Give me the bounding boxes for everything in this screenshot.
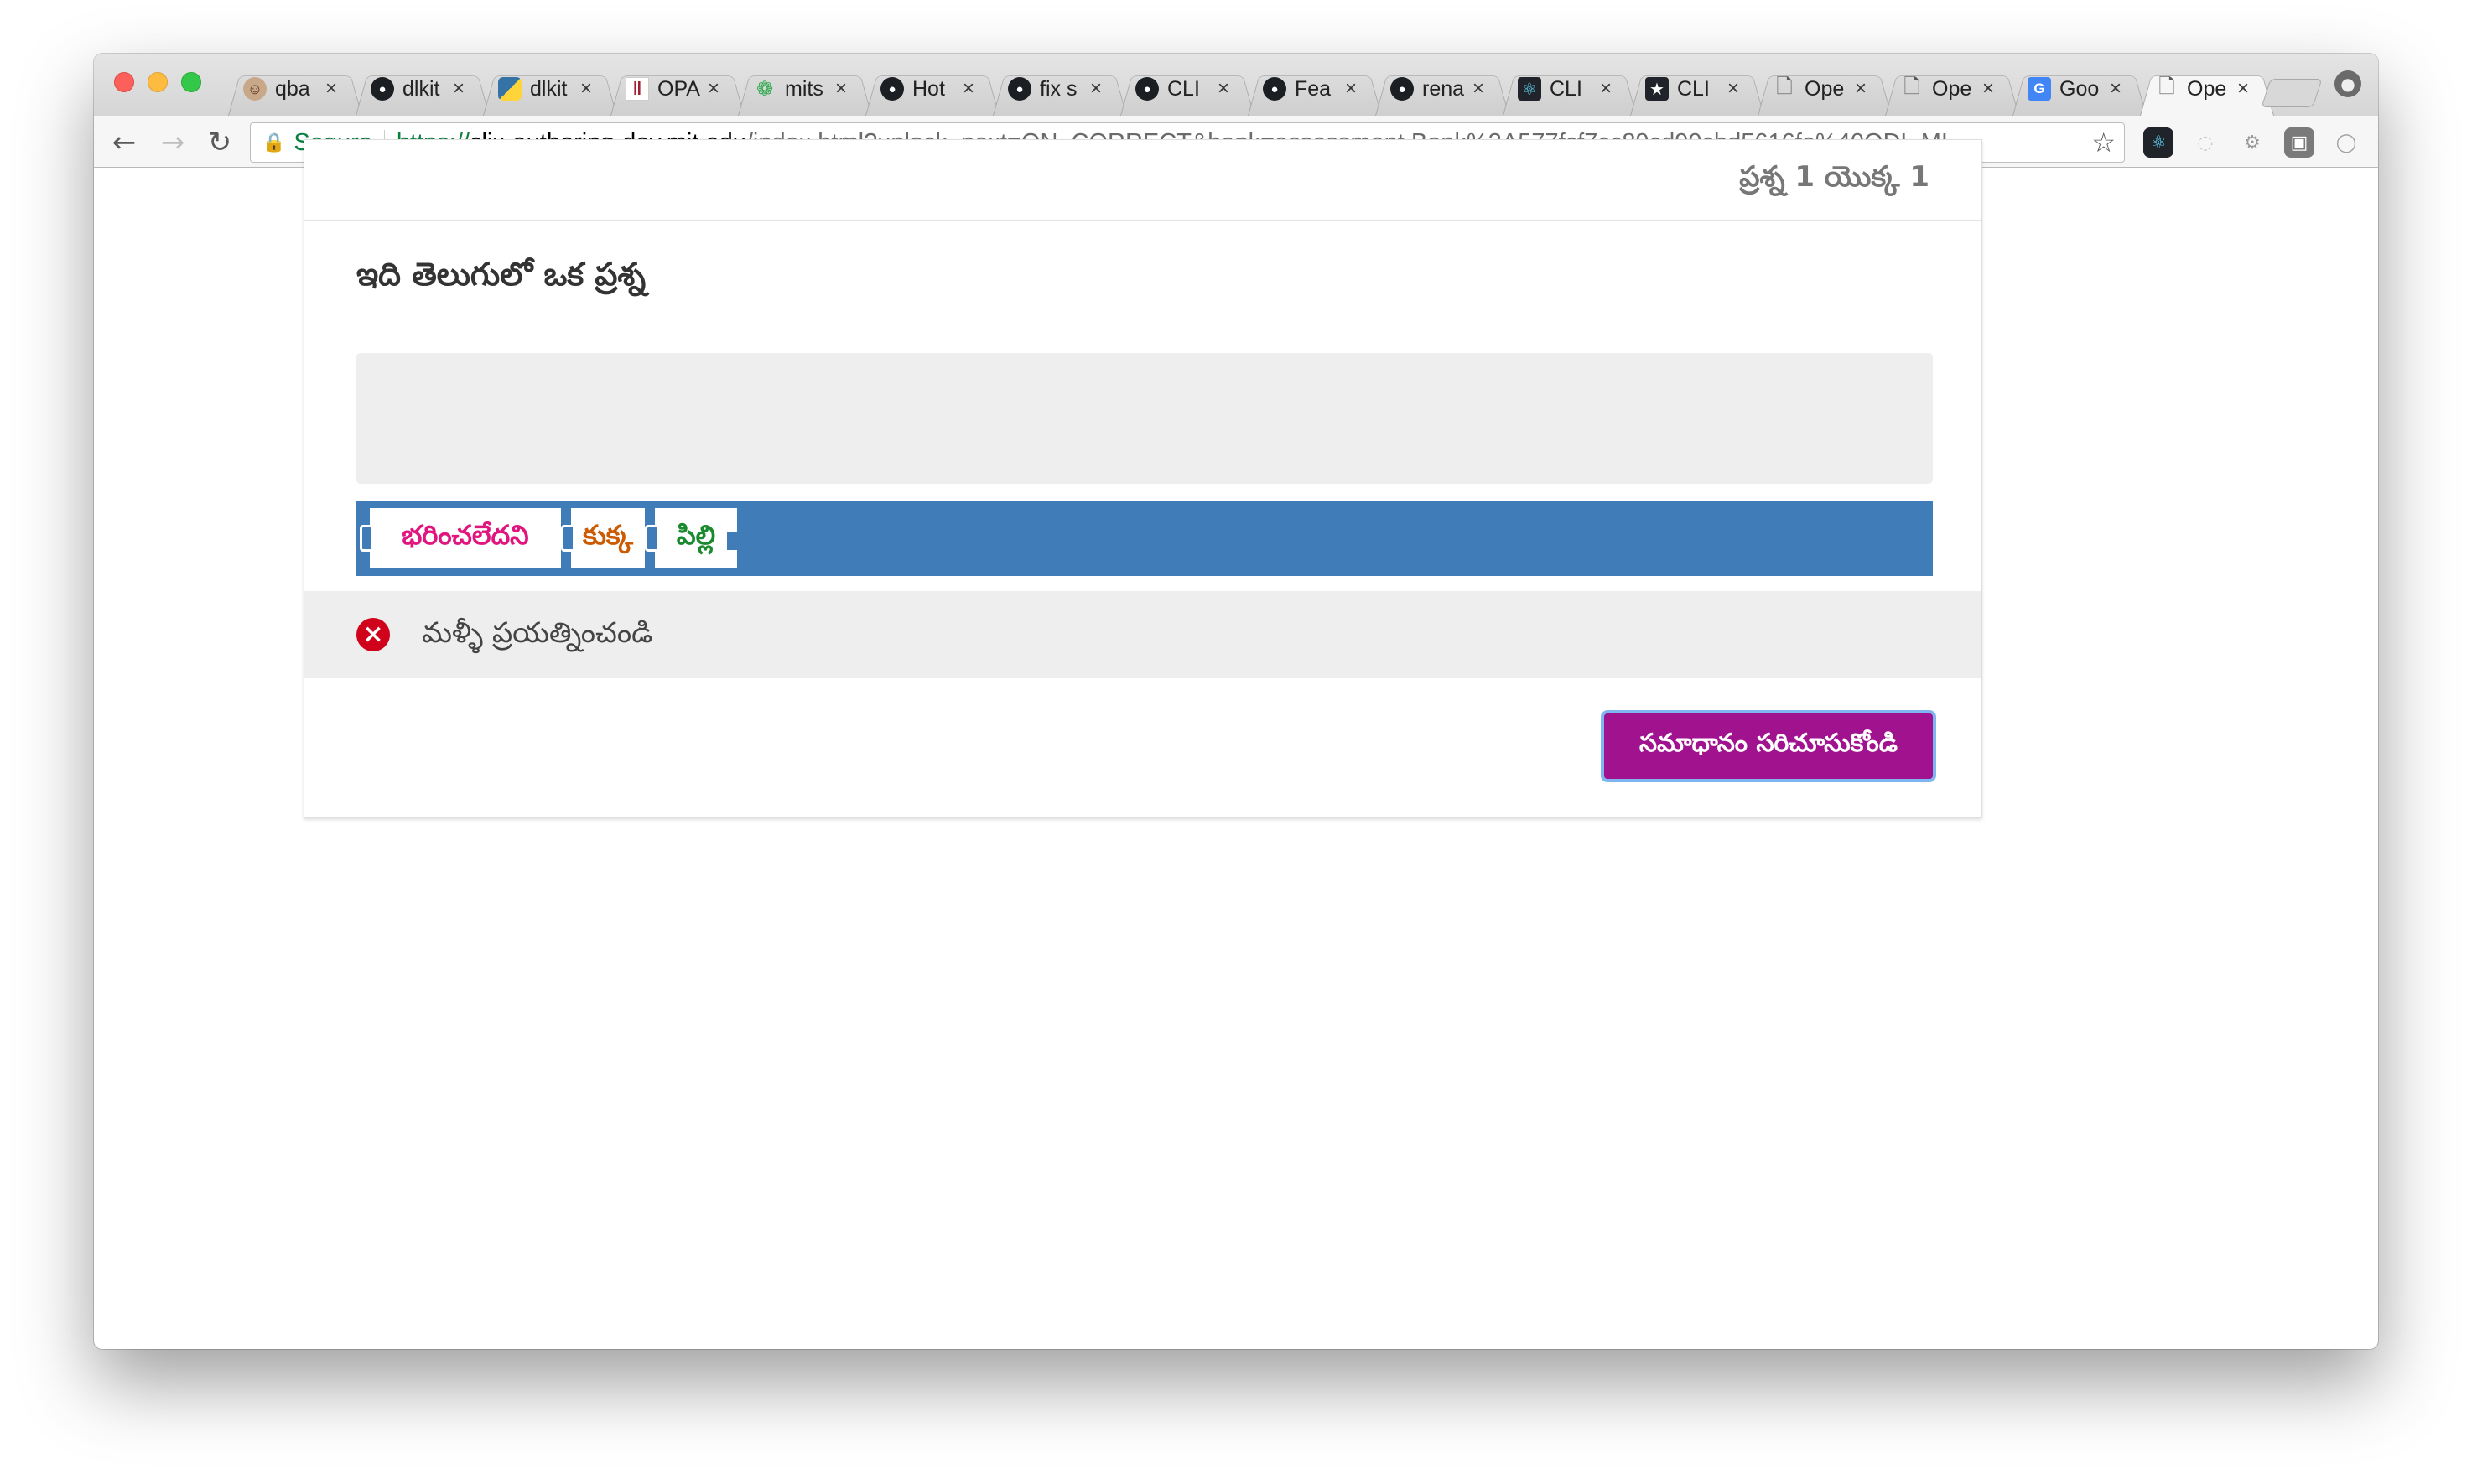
close-tab-icon[interactable]: × [708, 77, 719, 101]
question-card: ప్రశ్న 1 యొక్క 1 ఇది తెలుగులో ఒక ప్రశ్న … [304, 139, 1982, 818]
document-icon: 🗋 [1776, 75, 1793, 98]
github-icon: ● [1008, 77, 1031, 101]
avatar-icon: ☺ [243, 77, 267, 101]
tab-title: CLI [1167, 76, 1200, 101]
tab-title: Ope [1805, 76, 1845, 101]
star-icon: ★ [1645, 77, 1669, 101]
tab-11[interactable]: ★ CLI × [1630, 62, 1764, 116]
close-window-button[interactable] [114, 72, 134, 92]
tab-10[interactable]: ⚛ CLI × [1503, 62, 1637, 116]
tab-title: dlkit [402, 76, 440, 101]
close-tab-icon[interactable]: × [1472, 77, 1484, 101]
minimize-window-button[interactable] [148, 72, 168, 92]
document-icon: 🗋 [1903, 75, 1920, 98]
google-translate-icon: G [2028, 77, 2051, 101]
close-tab-icon[interactable]: × [325, 77, 337, 101]
github-icon: ● [1263, 77, 1286, 101]
question-prompt: ఇది తెలుగులో ఒక ప్రశ్న [356, 256, 647, 293]
extension-disabled-icon[interactable]: ◌ [2190, 127, 2220, 158]
tab-4[interactable]: ❁ mits × [738, 62, 872, 116]
close-tab-icon[interactable]: × [2237, 77, 2249, 101]
tab-12[interactable]: 🗋 Ope × [1758, 62, 1892, 116]
tab-9[interactable]: ● rena × [1375, 62, 1509, 116]
mits-icon: ❁ [756, 77, 774, 101]
tab-6[interactable]: ● fix s × [993, 62, 1127, 116]
profile-icon[interactable]: ● [2334, 70, 2361, 97]
github-icon: ● [1390, 77, 1414, 101]
word-piece-label: పిల్లి [676, 519, 716, 551]
tab-14[interactable]: G Goo × [2012, 62, 2147, 116]
tab-title: Goo [2059, 76, 2100, 101]
close-tab-icon[interactable]: × [1345, 77, 1357, 101]
tab-title: Hot [912, 76, 945, 101]
tab-title: CLI [1550, 76, 1582, 101]
close-tab-icon[interactable]: × [1855, 77, 1867, 101]
tab-8[interactable]: ● Fea × [1248, 62, 1382, 116]
word-piece-2[interactable]: కుక్క [561, 508, 645, 568]
close-tab-icon[interactable]: × [1218, 77, 1229, 101]
react-devtools-extension-icon[interactable]: ⚛ [2143, 127, 2173, 158]
github-icon: ● [880, 77, 904, 101]
close-tab-icon[interactable]: × [2110, 77, 2121, 101]
tab-title: CLI [1677, 76, 1710, 101]
mit-opa-icon: ‖ [626, 77, 649, 101]
maximize-window-button[interactable] [181, 72, 201, 92]
feedback-banner: × మళ్ళీ ప్రయత్నించండి [304, 591, 1981, 678]
close-tab-icon[interactable]: × [1982, 77, 1994, 101]
question-counter: ప్రశ్న 1 యొక్క 1 [1739, 160, 1929, 194]
tab-13[interactable]: 🗋 Ope × [1885, 62, 2019, 116]
word-piece-1[interactable]: భరించలేదని [360, 508, 561, 568]
back-arrow-icon[interactable]: ← [106, 124, 143, 161]
close-tab-icon[interactable]: × [835, 77, 847, 101]
settings-gear-icon[interactable]: ⚙ [2237, 127, 2267, 158]
card-header: ప్రశ్న 1 యొక్క 1 [304, 140, 1981, 221]
close-tab-icon[interactable]: × [1600, 77, 1612, 101]
check-answer-button[interactable]: సమాధానం సరిచూసుకోండి [1604, 713, 1933, 779]
extension-square-icon[interactable]: ▣ [2284, 127, 2314, 158]
tab-title: OPA [657, 76, 700, 101]
forward-arrow-icon[interactable]: → [154, 124, 191, 161]
tab-title: dlkit [530, 76, 568, 101]
python-icon [498, 77, 522, 101]
tab-title: Ope [1932, 76, 1972, 101]
tab-title: qba [275, 76, 310, 101]
piece-notch [360, 525, 371, 552]
lock-icon: 🔒 [262, 132, 286, 153]
error-x-icon: × [356, 618, 390, 651]
answer-drop-zone[interactable] [356, 353, 1933, 484]
word-pieces-tray[interactable]: భరించలేదని కుక్క పిల్లి [356, 501, 1933, 576]
document-icon: 🗋 [2158, 75, 2175, 98]
new-tab-button[interactable] [2261, 79, 2323, 107]
github-icon: ● [1135, 77, 1159, 101]
feedback-text: మళ్ళీ ప్రయత్నించండి [422, 616, 653, 650]
tab-1[interactable]: ● dlkit × [356, 62, 490, 116]
tab-title: Ope [2187, 76, 2227, 101]
close-tab-icon[interactable]: × [580, 77, 592, 101]
tab-title: rena [1422, 76, 1465, 101]
piece-notch [561, 525, 573, 552]
close-tab-icon[interactable]: × [453, 77, 465, 101]
tab-strip: ☺ qba × ● dlkit × dlkit × ‖ OPA × ❁ mits × ● Hot × … [94, 54, 2378, 116]
react-icon: ⚛ [1518, 77, 1541, 101]
tab-title: mits [785, 76, 823, 101]
close-tab-icon[interactable]: × [1727, 77, 1739, 101]
tab-15-active[interactable]: 🗋 Ope × [2140, 62, 2274, 116]
bookmark-star-icon[interactable]: ☆ [2091, 127, 2116, 158]
tab-title: Fea [1295, 76, 1332, 101]
piece-notch [645, 525, 657, 552]
tab-title: fix s [1040, 76, 1078, 101]
word-piece-3[interactable]: పిల్లి [645, 508, 737, 568]
extension-circle-icon[interactable]: ◯ [2331, 127, 2361, 158]
word-piece-label: భరించలేదని [402, 519, 529, 551]
word-piece-label: కుక్క [583, 519, 633, 551]
close-tab-icon[interactable]: × [963, 77, 974, 101]
tab-2[interactable]: dlkit × [483, 62, 617, 116]
github-icon: ● [371, 77, 394, 101]
close-tab-icon[interactable]: × [1090, 77, 1102, 101]
tab-5[interactable]: ● Hot × [865, 62, 1000, 116]
reload-icon[interactable]: ↻ [201, 124, 238, 161]
tab-7[interactable]: ● CLI × [1120, 62, 1254, 116]
tab-0[interactable]: ☺ qba × [228, 62, 362, 116]
tab-3[interactable]: ‖ OPA × [610, 62, 745, 116]
